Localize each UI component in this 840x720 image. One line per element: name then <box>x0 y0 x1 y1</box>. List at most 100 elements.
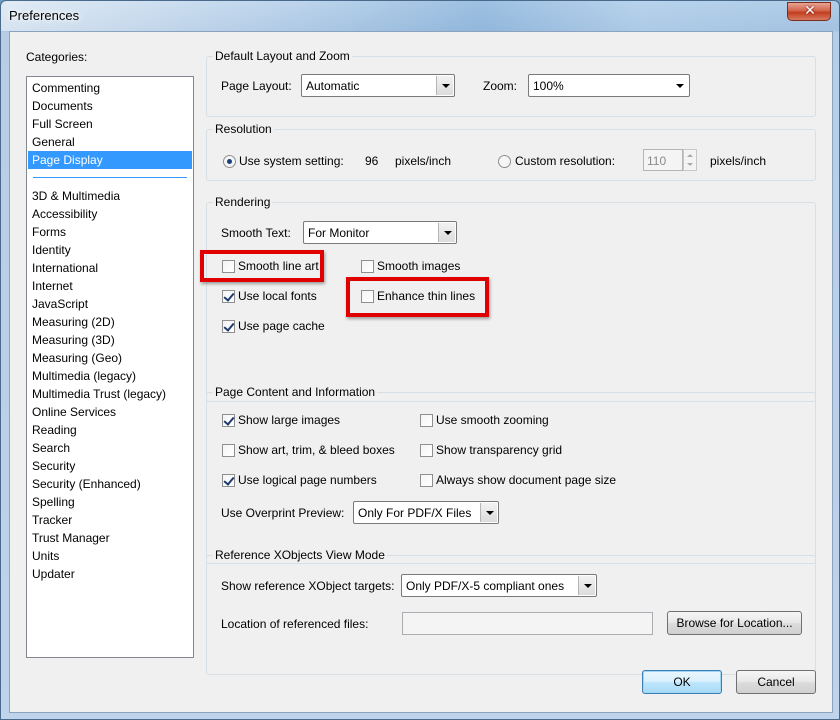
title-bar[interactable]: Preferences ✕ <box>1 1 839 31</box>
category-item[interactable]: Spelling <box>28 493 192 511</box>
chevron-down-icon <box>436 76 453 95</box>
category-item[interactable]: Measuring (2D) <box>28 313 192 331</box>
smooth-text-label: Smooth Text: <box>221 226 291 240</box>
close-button[interactable]: ✕ <box>787 2 831 21</box>
dialog-client-area: Categories: Commenting Documents Full Scre… <box>9 31 833 713</box>
category-item[interactable]: Internet <box>28 277 192 295</box>
cancel-button[interactable]: Cancel <box>736 670 816 694</box>
categories-separator <box>33 177 187 178</box>
default-layout-zoom-title: Default Layout and Zoom <box>213 49 352 63</box>
show-boxes-label[interactable]: Show art, trim, & bleed boxes <box>238 442 395 458</box>
window-title: Preferences <box>9 8 80 23</box>
xobject-targets-value: Only PDF/X-5 compliant ones <box>406 579 565 593</box>
use-system-setting-radio[interactable] <box>223 155 236 168</box>
zoom-select[interactable]: 100% <box>528 74 690 97</box>
system-resolution-unit: pixels/inch <box>395 154 452 168</box>
category-item[interactable]: Documents <box>28 97 192 115</box>
rendering-title: Rendering <box>213 195 273 209</box>
custom-resolution-radio[interactable] <box>498 155 511 168</box>
category-item[interactable]: Security <box>28 457 192 475</box>
referenced-files-location-label: Location of referenced files: <box>221 617 369 631</box>
categories-label: Categories: <box>26 50 88 64</box>
category-item[interactable]: Reading <box>28 421 192 439</box>
category-item[interactable]: Online Services <box>28 403 192 421</box>
xobjects-group: Reference XObjects View Mode Show refere… <box>206 548 816 675</box>
browse-for-location-button[interactable]: Browse for Location... <box>667 611 802 635</box>
zoom-label: Zoom: <box>483 79 518 93</box>
page-layout-select[interactable]: Automatic <box>301 74 455 97</box>
category-item[interactable]: Multimedia (legacy) <box>28 367 192 385</box>
page-content-title: Page Content and Information <box>213 385 378 399</box>
use-system-setting-label[interactable]: Use system setting: <box>239 153 344 169</box>
smooth-text-value: For Monitor <box>308 226 370 240</box>
show-transparency-grid-checkbox[interactable] <box>420 444 433 457</box>
category-item[interactable]: Page Display <box>28 151 192 169</box>
custom-resolution-value: 110 <box>647 154 667 168</box>
resolution-title: Resolution <box>213 122 274 136</box>
category-item[interactable]: Forms <box>28 223 192 241</box>
show-boxes-checkbox[interactable] <box>222 444 235 457</box>
chevron-down-icon <box>438 223 455 242</box>
category-item[interactable]: Commenting <box>28 79 192 97</box>
use-logical-page-numbers-checkbox[interactable] <box>222 474 235 487</box>
system-resolution-value: 96 <box>365 154 379 168</box>
always-show-page-size-label[interactable]: Always show document page size <box>436 472 616 488</box>
categories-list[interactable]: Commenting Documents Full Screen General Pag… <box>26 76 194 658</box>
use-local-fonts-checkbox[interactable] <box>222 290 235 303</box>
use-smooth-zooming-label[interactable]: Use smooth zooming <box>436 412 549 428</box>
chevron-down-icon <box>578 576 595 595</box>
chevron-down-icon <box>687 163 693 166</box>
chevron-up-icon <box>687 154 693 157</box>
category-item[interactable]: Measuring (Geo) <box>28 349 192 367</box>
page-layout-value: Automatic <box>306 79 360 93</box>
chevron-down-icon <box>480 503 497 522</box>
ok-button[interactable]: OK <box>642 670 722 694</box>
overprint-preview-select[interactable]: Only For PDF/X Files <box>353 501 499 524</box>
smooth-images-checkbox[interactable] <box>361 260 374 273</box>
use-page-cache-checkbox[interactable] <box>222 320 235 333</box>
show-large-images-label[interactable]: Show large images <box>238 412 340 428</box>
zoom-value: 100% <box>533 79 564 93</box>
category-item[interactable]: Measuring (3D) <box>28 331 192 349</box>
category-item[interactable]: Accessibility <box>28 205 192 223</box>
custom-resolution-label[interactable]: Custom resolution: <box>515 153 615 169</box>
resolution-group: Resolution Use system setting: 96 pixels… <box>206 122 816 181</box>
referenced-files-location-input[interactable] <box>402 612 653 635</box>
xobject-targets-select[interactable]: Only PDF/X-5 compliant ones <box>401 574 597 597</box>
category-item[interactable]: Units <box>28 547 192 565</box>
page-layout-label: Page Layout: <box>221 79 292 93</box>
show-transparency-grid-label[interactable]: Show transparency grid <box>436 442 562 458</box>
overprint-preview-value: Only For PDF/X Files <box>358 506 472 520</box>
custom-resolution-stepper[interactable] <box>683 149 697 171</box>
category-item[interactable]: General <box>28 133 192 151</box>
custom-resolution-unit: pixels/inch <box>710 154 767 168</box>
category-item[interactable]: JavaScript <box>28 295 192 313</box>
category-item[interactable]: Updater <box>28 565 192 583</box>
category-item[interactable]: Multimedia Trust (legacy) <box>28 385 192 403</box>
highlight-smooth-line-art <box>200 250 324 282</box>
category-item[interactable]: Trust Manager <box>28 529 192 547</box>
custom-resolution-input[interactable]: 110 <box>643 149 683 171</box>
smooth-images-label[interactable]: Smooth images <box>377 258 460 274</box>
category-item[interactable]: Identity <box>28 241 192 259</box>
category-item[interactable]: Tracker <box>28 511 192 529</box>
use-page-cache-label[interactable]: Use page cache <box>238 318 325 334</box>
use-local-fonts-label[interactable]: Use local fonts <box>238 288 317 304</box>
category-item[interactable]: Search <box>28 439 192 457</box>
overprint-preview-label: Use Overprint Preview: <box>221 506 345 520</box>
category-item[interactable]: International <box>28 259 192 277</box>
highlight-enhance-thin-lines <box>346 277 489 317</box>
xobjects-title: Reference XObjects View Mode <box>213 548 387 562</box>
close-icon: ✕ <box>804 2 816 18</box>
show-large-images-checkbox[interactable] <box>222 414 235 427</box>
category-item[interactable]: 3D & Multimedia <box>28 187 192 205</box>
category-item[interactable]: Full Screen <box>28 115 192 133</box>
category-item[interactable]: Security (Enhanced) <box>28 475 192 493</box>
always-show-page-size-checkbox[interactable] <box>420 474 433 487</box>
chevron-down-icon <box>671 76 688 95</box>
preferences-window: Preferences ✕ Categories: Commenting Docu… <box>0 0 840 720</box>
smooth-text-select[interactable]: For Monitor <box>303 221 457 244</box>
use-smooth-zooming-checkbox[interactable] <box>420 414 433 427</box>
use-logical-page-numbers-label[interactable]: Use logical page numbers <box>238 472 377 488</box>
default-layout-zoom-group: Default Layout and Zoom Page Layout: Aut… <box>206 49 816 117</box>
